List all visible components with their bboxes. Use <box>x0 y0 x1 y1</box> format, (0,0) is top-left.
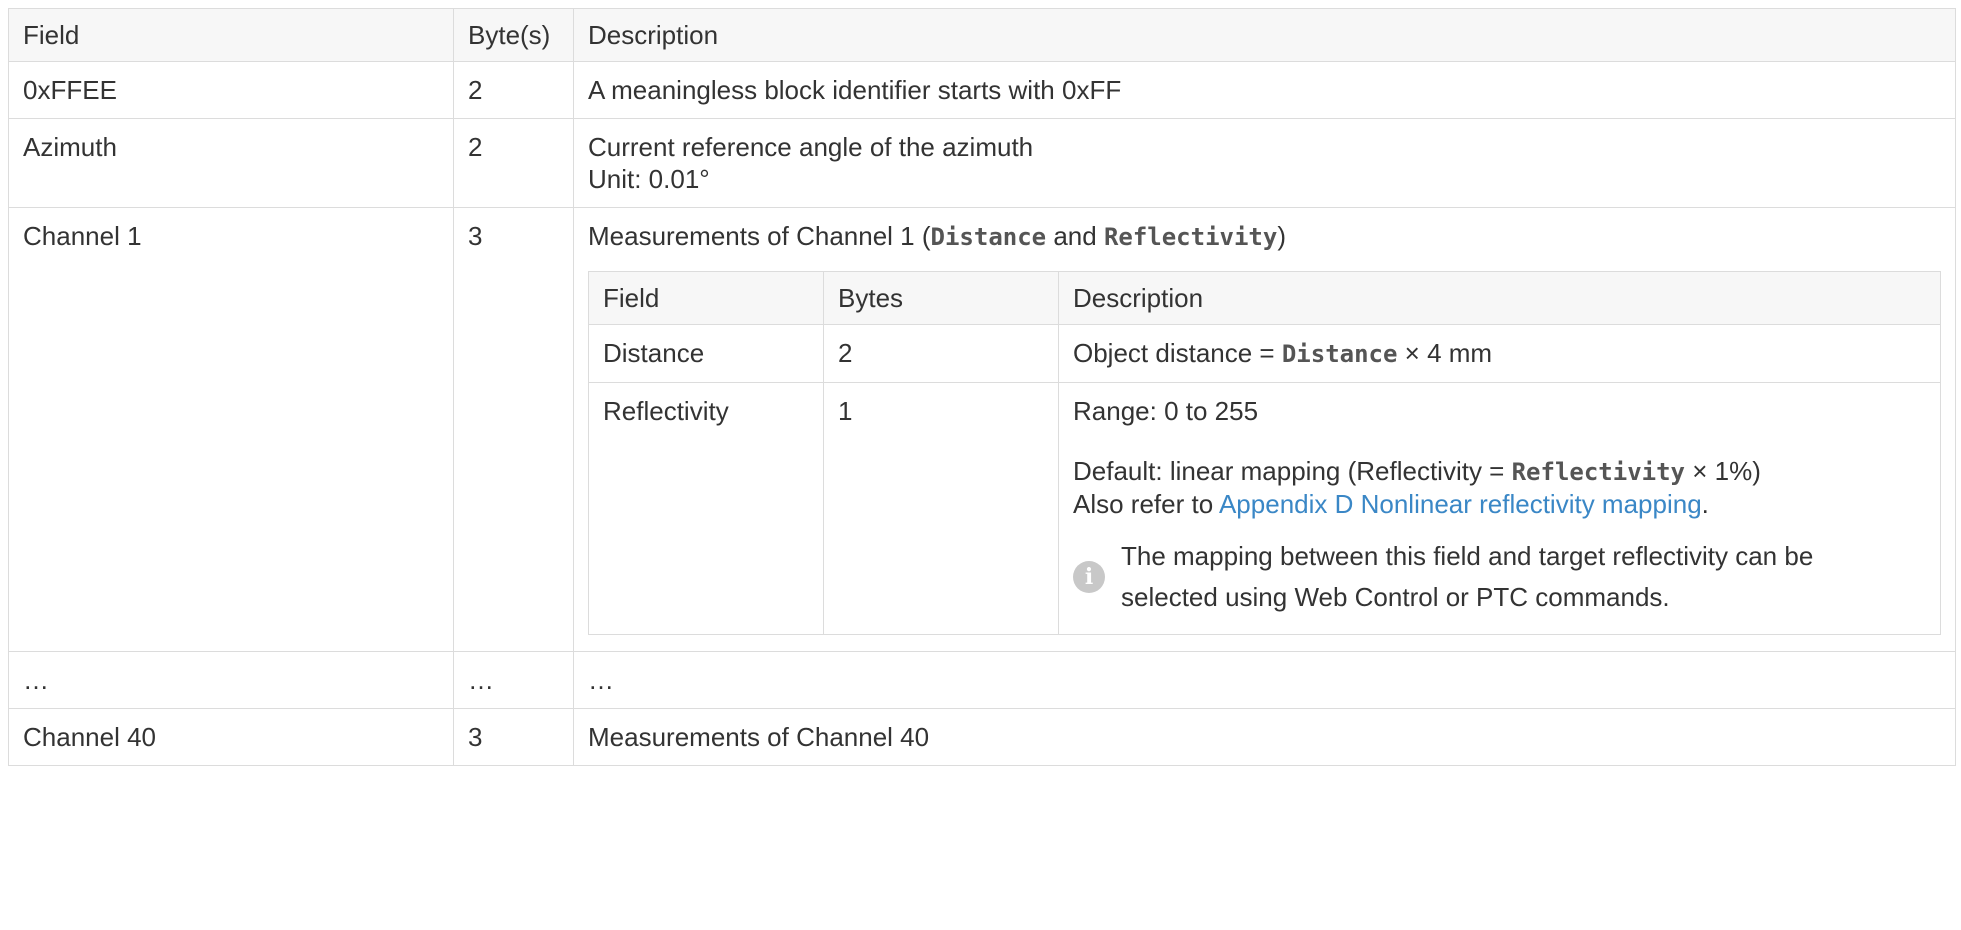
cell-bytes: 2 <box>453 61 574 119</box>
cell-description: A meaningless block identifier starts wi… <box>573 61 1956 119</box>
table-header-row: Field Bytes Description <box>588 271 1941 325</box>
header-field: Field <box>8 8 454 62</box>
description-text: ) <box>1277 221 1286 251</box>
note-text: The mapping between this field and targe… <box>1121 541 1814 612</box>
cell-bytes: 2 <box>823 324 1059 383</box>
cell-field: Channel 40 <box>8 708 454 766</box>
field-table: Field Byte(s) Description 0xFFEE 2 A mea… <box>8 8 1956 766</box>
table-row: … … … <box>8 651 1956 709</box>
cell-bytes: … <box>453 651 574 709</box>
description-unit: Unit: 0.01° <box>588 164 710 194</box>
appendix-d-link[interactable]: Appendix D Nonlinear reflectivity mappin… <box>1219 489 1702 519</box>
note-callout: i The mapping between this field and tar… <box>1073 536 1926 618</box>
description-text: Measurements of Channel 1 ( <box>588 221 931 251</box>
code-distance: Distance <box>930 223 1047 251</box>
table-row: Distance 2 Object distance = Distance × … <box>588 324 1941 383</box>
cell-description: Range: 0 to 255 Default: linear mapping … <box>1058 382 1941 635</box>
default-mapping-text: Default: linear mapping (Reflectivity = … <box>1073 455 1926 520</box>
channel-subfield-table: Field Bytes Description Distance 2 Objec… <box>588 271 1941 635</box>
table-row: Channel 40 3 Measurements of Channel 40 <box>8 708 1956 766</box>
cell-field: … <box>8 651 454 709</box>
cell-bytes: 2 <box>453 118 574 208</box>
cell-description: Measurements of Channel 40 <box>573 708 1956 766</box>
header-bytes: Bytes <box>823 271 1059 325</box>
code-distance: Distance <box>1281 340 1398 368</box>
code-reflectivity: Reflectivity <box>1511 458 1685 486</box>
cell-bytes: 3 <box>453 708 574 766</box>
description-text: Also refer to <box>1073 489 1219 519</box>
cell-bytes: 3 <box>453 207 574 652</box>
table-row: Reflectivity 1 Range: 0 to 255 Default: … <box>588 382 1941 635</box>
cell-field: Azimuth <box>8 118 454 208</box>
header-field: Field <box>588 271 824 325</box>
table-header-row: Field Byte(s) Description <box>8 8 1956 62</box>
cell-field: 0xFFEE <box>8 61 454 119</box>
cell-description: Current reference angle of the azimuth U… <box>573 118 1956 208</box>
description-text: Default: linear mapping (Reflectivity = <box>1073 456 1512 486</box>
cell-field: Distance <box>588 324 824 383</box>
info-icon: i <box>1073 561 1105 593</box>
channel-description: Measurements of Channel 1 (Distance and … <box>588 220 1941 253</box>
table-row: Channel 1 3 Measurements of Channel 1 (D… <box>8 207 1956 652</box>
cell-description: Object distance = Distance × 4 mm <box>1058 324 1941 383</box>
cell-field: Reflectivity <box>588 382 824 635</box>
description-text: × 4 mm <box>1397 338 1493 368</box>
table-row: Azimuth 2 Current reference angle of the… <box>8 118 1956 208</box>
cell-description: Measurements of Channel 1 (Distance and … <box>573 207 1956 652</box>
description-text: and <box>1046 221 1104 251</box>
header-description: Description <box>573 8 1956 62</box>
header-description: Description <box>1058 271 1941 325</box>
cell-field: Channel 1 <box>8 207 454 652</box>
code-reflectivity: Reflectivity <box>1103 223 1278 251</box>
table-row: 0xFFEE 2 A meaningless block identifier … <box>8 61 1956 119</box>
description-text: × 1%) <box>1684 456 1761 486</box>
description-line: Current reference angle of the azimuth <box>588 132 1034 162</box>
range-text: Range: 0 to 255 <box>1073 396 1259 426</box>
description-text: . <box>1701 489 1709 519</box>
header-bytes: Byte(s) <box>453 8 574 62</box>
cell-description: … <box>573 651 1956 709</box>
cell-bytes: 1 <box>823 382 1059 635</box>
description-text: Object distance = <box>1073 338 1282 368</box>
